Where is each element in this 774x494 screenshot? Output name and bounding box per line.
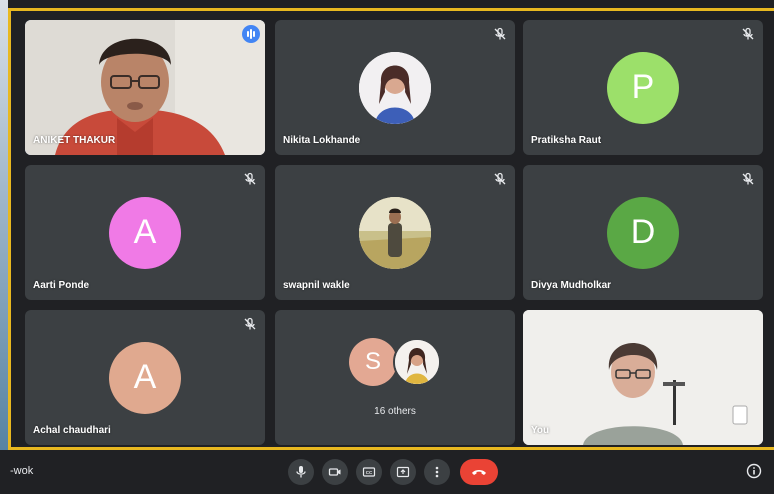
camera-button[interactable]	[322, 459, 348, 485]
participant-letter-avatar: A	[109, 196, 181, 269]
meeting-code: -wok	[10, 465, 34, 477]
cc-icon: CC	[362, 467, 376, 477]
participant-name: swapnil wakle	[283, 280, 350, 291]
participant-tile-divya[interactable]: D Divya Mudholkar	[523, 165, 763, 300]
participant-tile-aniket[interactable]: ANIKET THAKUR	[25, 20, 265, 155]
participant-name: Achal chaudhari	[33, 425, 111, 436]
microphone-button[interactable]	[288, 459, 314, 485]
present-icon	[396, 466, 410, 478]
participant-tile-nikita[interactable]: Nikita Lokhande	[275, 20, 515, 155]
info-icon[interactable]	[746, 463, 762, 479]
leave-call-button[interactable]	[460, 459, 498, 485]
participant-name: Aarti Ponde	[33, 280, 90, 291]
camera-icon	[328, 468, 341, 476]
participant-tile-others[interactable]: S 16 others	[275, 310, 515, 445]
present-button[interactable]	[390, 459, 416, 485]
participant-photo-avatar	[393, 338, 441, 386]
others-count-label: 16 others	[374, 406, 416, 417]
participant-photo-avatar	[359, 196, 431, 269]
participant-tile-achal[interactable]: A Achal chaudhari	[25, 310, 265, 445]
more-vert-icon	[435, 466, 439, 478]
desktop-background-strip	[0, 0, 8, 494]
participant-letter-avatar: S	[349, 338, 397, 386]
participant-tile-pratiksha[interactable]: P Pratiksha Raut	[523, 20, 763, 155]
speaking-indicator-icon	[242, 25, 260, 43]
mic-off-icon	[742, 27, 754, 40]
participant-letter-avatar: P	[607, 51, 679, 124]
participant-letter-avatar: A	[109, 341, 181, 414]
mic-off-icon	[742, 172, 754, 185]
participant-name: Pratiksha Raut	[531, 135, 602, 146]
mic-off-icon	[244, 172, 256, 185]
participant-name: ANIKET THAKUR	[33, 135, 116, 146]
participant-tile-self[interactable]: You	[523, 310, 763, 445]
participant-grid: ANIKET THAKUR Nikita Lokhande P Pratiksh…	[25, 20, 765, 446]
meet-window: ANIKET THAKUR Nikita Lokhande P Pratiksh…	[0, 0, 774, 494]
mic-off-icon	[244, 317, 256, 330]
participant-name: Divya Mudholkar	[531, 280, 612, 291]
captions-button[interactable]: CC	[356, 459, 382, 485]
mic-icon	[296, 466, 306, 478]
call-controls-bar: -wok CC	[0, 450, 774, 494]
others-avatar-stack: S	[349, 338, 441, 386]
self-video	[523, 310, 763, 445]
participant-tile-swapnil[interactable]: swapnil wakle	[275, 165, 515, 300]
hangup-icon	[472, 470, 486, 475]
participant-name: Nikita Lokhande	[283, 135, 361, 146]
participant-letter-avatar: D	[607, 196, 679, 269]
mic-off-icon	[494, 27, 506, 40]
participant-name: You	[531, 425, 550, 436]
more-options-button[interactable]	[424, 459, 450, 485]
svg-text:CC: CC	[366, 470, 373, 475]
mic-off-icon	[494, 172, 506, 185]
participant-photo-avatar	[359, 51, 431, 124]
participant-tile-aarti[interactable]: A Aarti Ponde	[25, 165, 265, 300]
